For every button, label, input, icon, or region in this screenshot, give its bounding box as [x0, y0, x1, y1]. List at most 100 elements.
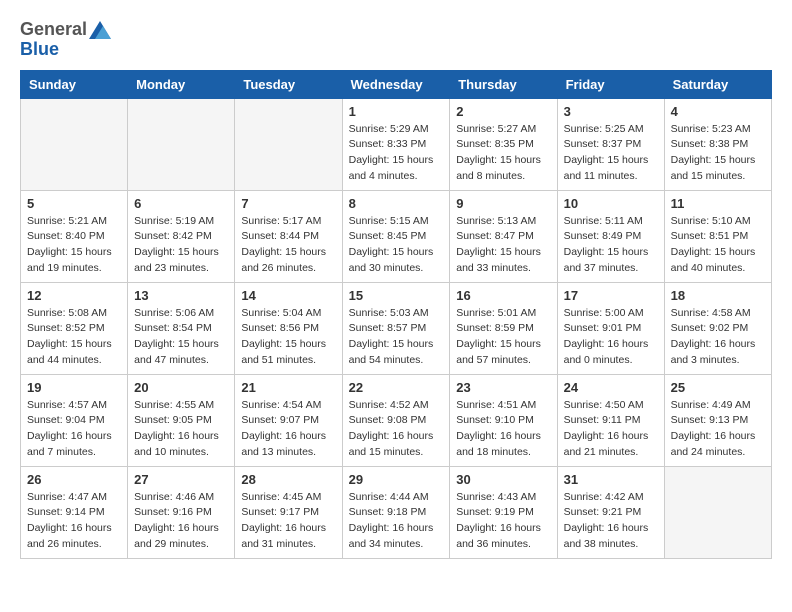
calendar-cell: 7 Sunrise: 5:17 AM Sunset: 8:44 PM Daylig…: [235, 190, 342, 282]
calendar-cell: 19 Sunrise: 4:57 AM Sunset: 9:04 PM Dayli…: [21, 374, 128, 466]
day-number: 24: [564, 380, 658, 395]
day-number: 16: [456, 288, 550, 303]
logo-icon: [89, 21, 111, 39]
calendar-cell: 9 Sunrise: 5:13 AM Sunset: 8:47 PM Daylig…: [450, 190, 557, 282]
calendar-cell: 21 Sunrise: 4:54 AM Sunset: 9:07 PM Dayli…: [235, 374, 342, 466]
day-number: 9: [456, 196, 550, 211]
calendar-cell: 27 Sunrise: 4:46 AM Sunset: 9:16 PM Dayli…: [128, 466, 235, 558]
day-number: 1: [349, 104, 444, 119]
day-detail: Sunrise: 4:46 AM Sunset: 9:16 PM Dayligh…: [134, 490, 228, 553]
day-number: 10: [564, 196, 658, 211]
day-number: 19: [27, 380, 121, 395]
day-detail: Sunrise: 5:04 AM Sunset: 8:56 PM Dayligh…: [241, 306, 335, 369]
calendar-cell: 18 Sunrise: 4:58 AM Sunset: 9:02 PM Dayli…: [664, 282, 771, 374]
day-detail: Sunrise: 5:13 AM Sunset: 8:47 PM Dayligh…: [456, 214, 550, 277]
calendar-table: SundayMondayTuesdayWednesdayThursdayFrid…: [20, 70, 772, 559]
day-number: 22: [349, 380, 444, 395]
calendar-cell: 30 Sunrise: 4:43 AM Sunset: 9:19 PM Dayli…: [450, 466, 557, 558]
day-detail: Sunrise: 4:45 AM Sunset: 9:17 PM Dayligh…: [241, 490, 335, 553]
weekday-header-monday: Monday: [128, 70, 235, 98]
week-row-2: 5Sunrise: 5:21 AM Sunset: 8:40 PM Daylig…: [21, 190, 772, 282]
day-detail: Sunrise: 5:06 AM Sunset: 8:54 PM Dayligh…: [134, 306, 228, 369]
weekday-header-thursday: Thursday: [450, 70, 557, 98]
day-detail: Sunrise: 4:54 AM Sunset: 9:07 PM Dayligh…: [241, 398, 335, 461]
week-row-3: 12 Sunrise: 5:08 AM Sunset: 8:52 PM Dayli…: [21, 282, 772, 374]
day-number: 31: [564, 472, 658, 487]
calendar-cell: 12 Sunrise: 5:08 AM Sunset: 8:52 PM Dayli…: [21, 282, 128, 374]
week-row-1: 1 Sunrise: 5:29 AM Sunset: 8:33 PM Daylig…: [21, 98, 772, 190]
day-number: 25: [671, 380, 765, 395]
day-number: 14: [241, 288, 335, 303]
calendar-cell: 15 Sunrise: 5:03 AM Sunset: 8:57 PM Dayli…: [342, 282, 450, 374]
calendar-cell: 8Sunrise: 5:15 AM Sunset: 8:45 PM Daylig…: [342, 190, 450, 282]
day-detail: Sunrise: 5:08 AM Sunset: 8:52 PM Dayligh…: [27, 306, 121, 369]
header: General Blue: [20, 20, 772, 60]
day-detail: Sunrise: 4:55 AM Sunset: 9:05 PM Dayligh…: [134, 398, 228, 461]
day-number: 6: [134, 196, 228, 211]
day-detail: Sunrise: 5:03 AM Sunset: 8:57 PM Dayligh…: [349, 306, 444, 369]
day-number: 2: [456, 104, 550, 119]
calendar-cell: 24 Sunrise: 4:50 AM Sunset: 9:11 PM Dayli…: [557, 374, 664, 466]
day-detail: Sunrise: 4:52 AM Sunset: 9:08 PM Dayligh…: [349, 398, 444, 461]
day-number: 17: [564, 288, 658, 303]
day-number: 7: [241, 196, 335, 211]
day-detail: Sunrise: 5:15 AM Sunset: 8:45 PM Dayligh…: [349, 214, 444, 277]
day-detail: Sunrise: 5:19 AM Sunset: 8:42 PM Dayligh…: [134, 214, 228, 277]
day-detail: Sunrise: 5:11 AM Sunset: 8:49 PM Dayligh…: [564, 214, 658, 277]
day-number: 26: [27, 472, 121, 487]
calendar-cell: 17 Sunrise: 5:00 AM Sunset: 9:01 PM Dayli…: [557, 282, 664, 374]
logo-blue: Blue: [20, 40, 111, 60]
weekday-header-row: SundayMondayTuesdayWednesdayThursdayFrid…: [21, 70, 772, 98]
calendar-cell: 22 Sunrise: 4:52 AM Sunset: 9:08 PM Dayli…: [342, 374, 450, 466]
day-detail: Sunrise: 5:01 AM Sunset: 8:59 PM Dayligh…: [456, 306, 550, 369]
calendar-cell: 28 Sunrise: 4:45 AM Sunset: 9:17 PM Dayli…: [235, 466, 342, 558]
calendar-cell: [128, 98, 235, 190]
day-number: 11: [671, 196, 765, 211]
day-detail: Sunrise: 5:27 AM Sunset: 8:35 PM Dayligh…: [456, 122, 550, 185]
day-detail: Sunrise: 4:58 AM Sunset: 9:02 PM Dayligh…: [671, 306, 765, 369]
day-number: 23: [456, 380, 550, 395]
day-detail: Sunrise: 4:50 AM Sunset: 9:11 PM Dayligh…: [564, 398, 658, 461]
day-detail: Sunrise: 5:00 AM Sunset: 9:01 PM Dayligh…: [564, 306, 658, 369]
day-number: 30: [456, 472, 550, 487]
day-number: 28: [241, 472, 335, 487]
weekday-header-saturday: Saturday: [664, 70, 771, 98]
logo: General Blue: [20, 20, 111, 60]
day-detail: Sunrise: 4:51 AM Sunset: 9:10 PM Dayligh…: [456, 398, 550, 461]
calendar-cell: 25Sunrise: 4:49 AM Sunset: 9:13 PM Dayli…: [664, 374, 771, 466]
calendar-cell: 4 Sunrise: 5:23 AM Sunset: 8:38 PM Daylig…: [664, 98, 771, 190]
calendar-cell: 11 Sunrise: 5:10 AM Sunset: 8:51 PM Dayli…: [664, 190, 771, 282]
calendar-cell: 3 Sunrise: 5:25 AM Sunset: 8:37 PM Daylig…: [557, 98, 664, 190]
day-detail: Sunrise: 5:29 AM Sunset: 8:33 PM Dayligh…: [349, 122, 444, 185]
calendar-cell: 2 Sunrise: 5:27 AM Sunset: 8:35 PM Daylig…: [450, 98, 557, 190]
calendar-cell: 20Sunrise: 4:55 AM Sunset: 9:05 PM Dayli…: [128, 374, 235, 466]
day-detail: Sunrise: 5:17 AM Sunset: 8:44 PM Dayligh…: [241, 214, 335, 277]
day-detail: Sunrise: 5:23 AM Sunset: 8:38 PM Dayligh…: [671, 122, 765, 185]
day-detail: Sunrise: 4:47 AM Sunset: 9:14 PM Dayligh…: [27, 490, 121, 553]
day-detail: Sunrise: 5:25 AM Sunset: 8:37 PM Dayligh…: [564, 122, 658, 185]
calendar-cell: 5Sunrise: 5:21 AM Sunset: 8:40 PM Daylig…: [21, 190, 128, 282]
calendar-cell: 10 Sunrise: 5:11 AM Sunset: 8:49 PM Dayli…: [557, 190, 664, 282]
calendar-cell: 16 Sunrise: 5:01 AM Sunset: 8:59 PM Dayli…: [450, 282, 557, 374]
weekday-header-sunday: Sunday: [21, 70, 128, 98]
day-number: 27: [134, 472, 228, 487]
day-number: 12: [27, 288, 121, 303]
day-detail: Sunrise: 4:43 AM Sunset: 9:19 PM Dayligh…: [456, 490, 550, 553]
week-row-5: 26 Sunrise: 4:47 AM Sunset: 9:14 PM Dayli…: [21, 466, 772, 558]
weekday-header-wednesday: Wednesday: [342, 70, 450, 98]
day-number: 18: [671, 288, 765, 303]
day-number: 21: [241, 380, 335, 395]
calendar-cell: 31Sunrise: 4:42 AM Sunset: 9:21 PM Dayli…: [557, 466, 664, 558]
day-number: 29: [349, 472, 444, 487]
day-detail: Sunrise: 4:57 AM Sunset: 9:04 PM Dayligh…: [27, 398, 121, 461]
day-number: 13: [134, 288, 228, 303]
calendar-cell: 26 Sunrise: 4:47 AM Sunset: 9:14 PM Dayli…: [21, 466, 128, 558]
day-detail: Sunrise: 5:10 AM Sunset: 8:51 PM Dayligh…: [671, 214, 765, 277]
calendar-cell: [235, 98, 342, 190]
calendar-cell: [664, 466, 771, 558]
day-number: 3: [564, 104, 658, 119]
day-number: 15: [349, 288, 444, 303]
day-number: 5: [27, 196, 121, 211]
day-number: 4: [671, 104, 765, 119]
calendar-cell: [21, 98, 128, 190]
